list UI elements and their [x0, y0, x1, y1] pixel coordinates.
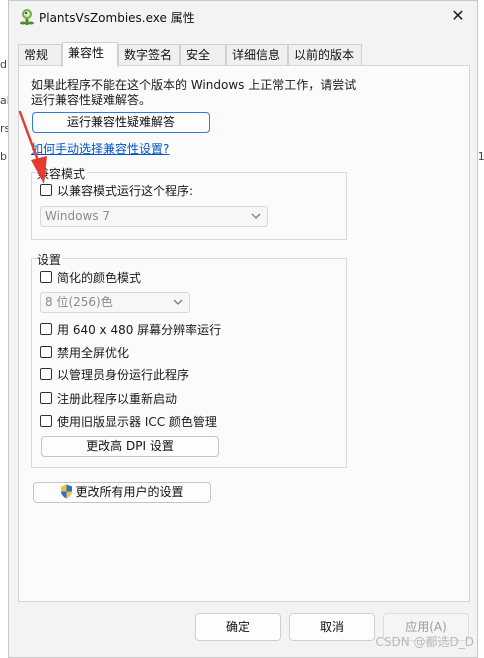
plant-app-icon	[19, 8, 35, 26]
all-users-button[interactable]: 更改所有用户的设置	[33, 482, 211, 503]
tab-security[interactable]: 安全	[180, 44, 226, 66]
compat-mode-select-value: Windows 7	[45, 209, 111, 223]
intro-text-line2: 运行兼容性疑难解答。	[31, 93, 152, 107]
register-restart-checkbox[interactable]	[40, 392, 52, 404]
reduced-color-checkbox[interactable]	[40, 271, 52, 283]
tab-previous-versions[interactable]: 以前的版本	[288, 44, 362, 66]
compat-mode-select[interactable]: Windows 7	[40, 206, 268, 227]
color-depth-select[interactable]: 8 位(256)色	[40, 292, 190, 313]
watermark: CSDN @都选D_D	[375, 635, 474, 649]
tab-digital-signatures[interactable]: 数字签名	[118, 44, 180, 66]
tab-compatibility[interactable]: 兼容性	[62, 42, 118, 67]
window-title: PlantsVsZombies.exe 属性	[39, 11, 195, 25]
run-as-admin-label: 以管理员身份运行此程序	[57, 368, 190, 382]
chevron-down-icon	[171, 294, 185, 310]
cancel-button[interactable]: 取消	[289, 613, 375, 641]
legacy-icc-label: 使用旧版显示器 ICC 颜色管理	[57, 415, 217, 429]
run-as-admin-checkbox[interactable]	[40, 368, 52, 380]
compatibility-panel: 如果此程序不能在这个版本的 Windows 上正常工作，请尝试 运行兼容性疑难解…	[18, 65, 470, 602]
reduced-color-label: 简化的颜色模式	[57, 271, 142, 285]
settings-group-title: 设置	[37, 251, 64, 268]
disable-fullscreen-opt-label: 禁用全屏优化	[57, 346, 130, 360]
disable-fullscreen-opt-checkbox[interactable]	[40, 346, 52, 358]
annotation-arrow-icon	[18, 110, 47, 184]
close-icon[interactable]: ✕	[449, 7, 467, 25]
properties-dialog: PlantsVsZombies.exe 属性 ✕ 常规 兼容性 数字签名 安全 …	[8, 0, 478, 658]
register-restart-label: 注册此程序以重新启动	[57, 392, 178, 406]
tab-general[interactable]: 常规	[18, 44, 62, 66]
all-users-label: 更改所有用户的设置	[75, 485, 184, 499]
tab-details[interactable]: 详细信息	[226, 44, 288, 66]
chevron-down-icon	[249, 208, 263, 224]
background-text: d	[0, 58, 7, 71]
uac-shield-icon	[60, 484, 73, 505]
legacy-icc-checkbox[interactable]	[40, 415, 52, 427]
ok-button[interactable]: 确定	[195, 613, 281, 641]
title-bar[interactable]: PlantsVsZombies.exe 属性 ✕	[9, 1, 477, 35]
change-dpi-button[interactable]: 更改高 DPI 设置	[41, 436, 219, 457]
resolution-640-label: 用 640 x 480 屏幕分辨率运行	[57, 323, 222, 337]
compat-mode-label: 以兼容模式运行这个程序:	[57, 184, 194, 198]
resolution-640-checkbox[interactable]	[40, 323, 52, 335]
color-depth-select-value: 8 位(256)色	[45, 295, 113, 309]
